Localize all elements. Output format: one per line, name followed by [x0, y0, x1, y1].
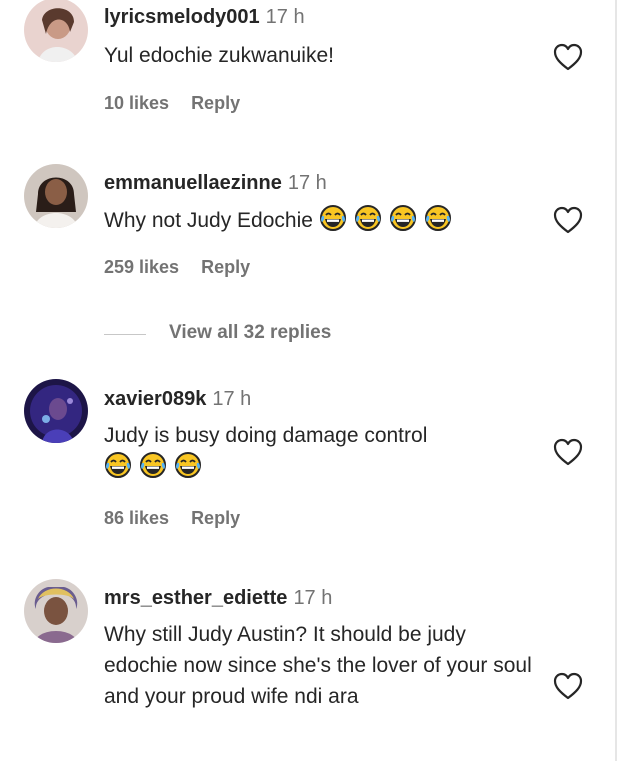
face-with-tears-of-joy-icon — [105, 452, 131, 478]
view-replies-label[interactable]: View all 32 replies — [169, 322, 331, 344]
reply-button[interactable]: Reply — [191, 93, 240, 113]
comment-item: emmanuellaezinne 17 h Why not Judy Edochi… — [0, 160, 617, 320]
timestamp[interactable]: 17 h — [288, 172, 327, 194]
divider-line — [104, 334, 146, 335]
comment-text: Judy is busy doing damage control — [104, 420, 534, 482]
heart-outline-icon[interactable] — [552, 437, 584, 467]
face-with-tears-of-joy-icon — [354, 205, 381, 231]
like-count[interactable]: 86 likes — [104, 508, 169, 528]
face-with-tears-of-joy-icon — [389, 205, 416, 231]
emoji-group — [319, 205, 459, 232]
username[interactable]: xavier089k — [104, 388, 206, 410]
heart-outline-icon[interactable] — [552, 671, 584, 701]
comment-item: mrs_esther_ediette 17 h Why still Judy Au… — [0, 575, 617, 761]
heart-outline-icon[interactable] — [552, 42, 584, 72]
username[interactable]: lyricsmelody001 — [104, 6, 260, 28]
comment-text: Why not Judy Edochie — [104, 204, 544, 236]
face-with-tears-of-joy-icon — [140, 452, 166, 478]
timestamp[interactable]: 17 h — [212, 388, 251, 410]
like-count[interactable]: 10 likes — [104, 93, 169, 113]
avatar[interactable] — [24, 164, 88, 228]
comment-text: Why still Judy Austin? It should be judy… — [104, 623, 532, 708]
comment-text: Yul edochie zukwanuike! — [104, 44, 334, 67]
reply-button[interactable]: Reply — [191, 508, 240, 528]
reply-button[interactable]: Reply — [201, 257, 250, 277]
comment-text-content: Judy is busy doing damage control — [104, 424, 428, 447]
comment-item: lyricsmelody001 17 h Yul edochie zukwanui… — [0, 0, 617, 130]
face-with-tears-of-joy-icon — [424, 205, 451, 231]
face-with-tears-of-joy-icon — [175, 452, 201, 478]
timestamp[interactable]: 17 h — [293, 587, 332, 609]
emoji-group — [104, 451, 534, 482]
timestamp[interactable]: 17 h — [266, 6, 305, 28]
username[interactable]: emmanuellaezinne — [104, 172, 282, 194]
avatar[interactable] — [24, 579, 88, 643]
face-with-tears-of-joy-icon — [319, 205, 346, 231]
comment-item: xavier089k 17 h Judy is busy doing damage… — [0, 375, 617, 555]
comment-text-content: Why not Judy Edochie — [104, 209, 313, 232]
heart-outline-icon[interactable] — [552, 205, 584, 235]
like-count[interactable]: 259 likes — [104, 257, 179, 277]
avatar[interactable] — [24, 0, 88, 62]
username[interactable]: mrs_esther_ediette — [104, 587, 287, 609]
avatar[interactable] — [24, 379, 88, 443]
